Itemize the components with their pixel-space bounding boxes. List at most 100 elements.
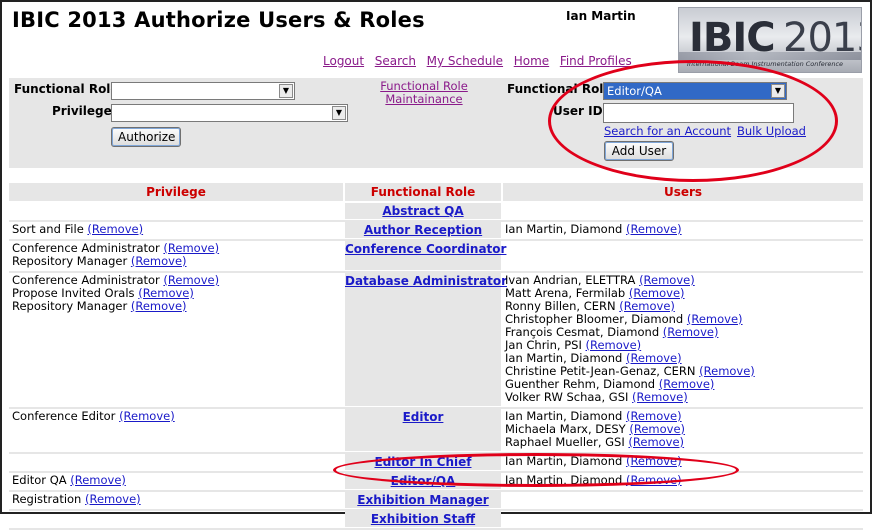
- remove-privilege-link[interactable]: (Remove): [131, 254, 187, 268]
- nav-my-schedule[interactable]: My Schedule: [427, 54, 503, 68]
- logo-subtitle: International Beam Instrumentation Confe…: [687, 60, 844, 68]
- role-maintenance-link[interactable]: Functional Role Maintainance: [369, 80, 479, 106]
- remove-privilege-link[interactable]: (Remove): [119, 409, 175, 423]
- remove-user-link[interactable]: (Remove): [699, 364, 755, 378]
- role-link[interactable]: Exhibition Manager: [357, 493, 488, 507]
- role-link[interactable]: Database Administrator: [345, 274, 507, 288]
- privilege-name: Propose Invited Orals: [12, 286, 135, 300]
- role-link[interactable]: Editor: [403, 410, 444, 424]
- nav-logout[interactable]: Logout: [323, 54, 364, 68]
- user-name: Ian Martin, Diamond: [505, 409, 623, 423]
- chevron-down-icon: ▼: [332, 106, 346, 120]
- privilege-entry: Repository Manager (Remove): [12, 255, 340, 268]
- privilege-entry: Registration (Remove): [12, 493, 340, 506]
- remove-user-link[interactable]: (Remove): [639, 273, 695, 287]
- privilege-name: Sort and File: [12, 222, 84, 236]
- table-row: Conference Editor (Remove) Editor Ian Mart…: [9, 409, 863, 452]
- user-name: Ian Martin, Diamond: [505, 222, 623, 236]
- conference-logo: IBIC 2013 International Beam Instrumenta…: [678, 7, 862, 73]
- authorize-button[interactable]: Authorize: [111, 127, 181, 147]
- remove-privilege-link[interactable]: (Remove): [85, 492, 141, 506]
- header-privilege: Privilege: [9, 183, 343, 201]
- remove-user-link[interactable]: (Remove): [632, 390, 688, 404]
- remove-user-link[interactable]: (Remove): [626, 409, 682, 423]
- functional-role-label-right: Functional Role: [507, 82, 612, 96]
- role-cell: Abstract QA: [345, 203, 501, 219]
- remove-user-link[interactable]: (Remove): [626, 473, 682, 487]
- remove-user-link[interactable]: (Remove): [629, 286, 685, 300]
- users-cell: [503, 511, 863, 527]
- remove-user-link[interactable]: (Remove): [659, 377, 715, 391]
- role-link[interactable]: Conference Coordinator: [345, 242, 506, 256]
- bulk-upload-link[interactable]: Bulk Upload: [737, 124, 806, 138]
- remove-privilege-link[interactable]: (Remove): [131, 299, 187, 313]
- remove-user-link[interactable]: (Remove): [628, 435, 684, 449]
- remove-user-link[interactable]: (Remove): [663, 325, 719, 339]
- privilege-name: Conference Administrator: [12, 241, 160, 255]
- users-cell: Ian Martin, Diamond (Remove): [503, 222, 863, 238]
- remove-user-link[interactable]: (Remove): [586, 338, 642, 352]
- users-cell: [503, 492, 863, 508]
- users-cell: [503, 241, 863, 270]
- table-row: Sort and File (Remove) Author Reception Ia…: [9, 222, 863, 239]
- role-link[interactable]: Editor/QA: [391, 474, 456, 488]
- role-cell: Conference Coordinator: [345, 241, 506, 270]
- privilege-name: Conference Administrator: [12, 273, 160, 287]
- nav-home[interactable]: Home: [514, 54, 549, 68]
- nav-find-profiles[interactable]: Find Profiles: [560, 54, 632, 68]
- role-cell: Editor In Chief: [345, 454, 501, 470]
- privilege-entry: Conference Editor (Remove): [12, 410, 340, 423]
- privilege-cell: Conference Editor (Remove): [9, 409, 343, 451]
- privilege-entry: Repository Manager (Remove): [12, 300, 340, 313]
- user-name: Guenther Rehm, Diamond: [505, 377, 656, 391]
- role-link[interactable]: Exhibition Staff: [371, 512, 475, 526]
- privilege-name: Repository Manager: [12, 299, 128, 313]
- table-row: Editor In Chief Ian Martin, Diamond (Remo…: [9, 454, 863, 471]
- header-users: Users: [503, 183, 863, 201]
- remove-user-link[interactable]: (Remove): [619, 299, 675, 313]
- remove-privilege-link[interactable]: (Remove): [163, 273, 219, 287]
- user-name: Michaela Marx, DESY: [505, 422, 626, 436]
- remove-user-link[interactable]: (Remove): [626, 222, 682, 236]
- role-cell: Exhibition Staff: [345, 511, 501, 527]
- functional-role-select[interactable]: ▼: [111, 82, 295, 100]
- functional-role-select-right[interactable]: Editor/QA ▼: [603, 82, 787, 100]
- user-entry: Ian Martin, Diamond (Remove): [505, 474, 861, 487]
- user-name: Ronny Billen, CERN: [505, 299, 616, 313]
- remove-user-link[interactable]: (Remove): [626, 454, 682, 468]
- privilege-name: Editor QA: [12, 473, 67, 487]
- remove-privilege-link[interactable]: (Remove): [138, 286, 194, 300]
- add-user-button[interactable]: Add User: [604, 141, 674, 161]
- remove-user-link[interactable]: (Remove): [687, 312, 743, 326]
- user-id-input[interactable]: [603, 103, 794, 123]
- user-name: Christopher Bloomer, Diamond: [505, 312, 684, 326]
- role-link[interactable]: Abstract QA: [382, 204, 463, 218]
- table-row: Registration (Remove) Exhibition Manager: [9, 492, 863, 509]
- user-name: François Cesmat, Diamond: [505, 325, 660, 339]
- logo-year: 2013: [783, 15, 861, 61]
- functional-role-label: Functional Role: [14, 82, 119, 96]
- remove-privilege-link[interactable]: (Remove): [87, 222, 143, 236]
- remove-user-link[interactable]: (Remove): [626, 351, 682, 365]
- role-link[interactable]: Author Reception: [364, 223, 482, 237]
- remove-user-link[interactable]: (Remove): [629, 422, 685, 436]
- user-name: Volker RW Schaa, GSI: [505, 390, 629, 404]
- table-row: Conference Administrator (Remove) Reposit…: [9, 241, 863, 271]
- logo-main: IBIC: [689, 15, 776, 61]
- search-account-link[interactable]: Search for an Account: [604, 124, 731, 138]
- nav-search[interactable]: Search: [375, 54, 416, 68]
- privilege-select[interactable]: ▼: [111, 104, 348, 122]
- user-name: Ian Martin, Diamond: [505, 473, 623, 487]
- remove-privilege-link[interactable]: (Remove): [70, 473, 126, 487]
- users-cell: Ian Martin, Diamond (Remove): [503, 473, 863, 489]
- privilege-name: Registration: [12, 492, 82, 506]
- role-link[interactable]: Editor In Chief: [375, 455, 472, 469]
- privilege-label: Privilege: [52, 104, 112, 118]
- table-row: Conference Administrator (Remove) Propose…: [9, 273, 863, 407]
- table-row: Editor QA (Remove) Editor/QA Ian Martin, D…: [9, 473, 863, 490]
- privilege-cell: Registration (Remove): [9, 492, 343, 508]
- user-name: Ivan Andrian, ELETTRA: [505, 273, 636, 287]
- remove-privilege-link[interactable]: (Remove): [163, 241, 219, 255]
- header-functional-role: Functional Role: [345, 183, 501, 201]
- users-cell: Ian Martin, Diamond (Remove): [503, 454, 863, 470]
